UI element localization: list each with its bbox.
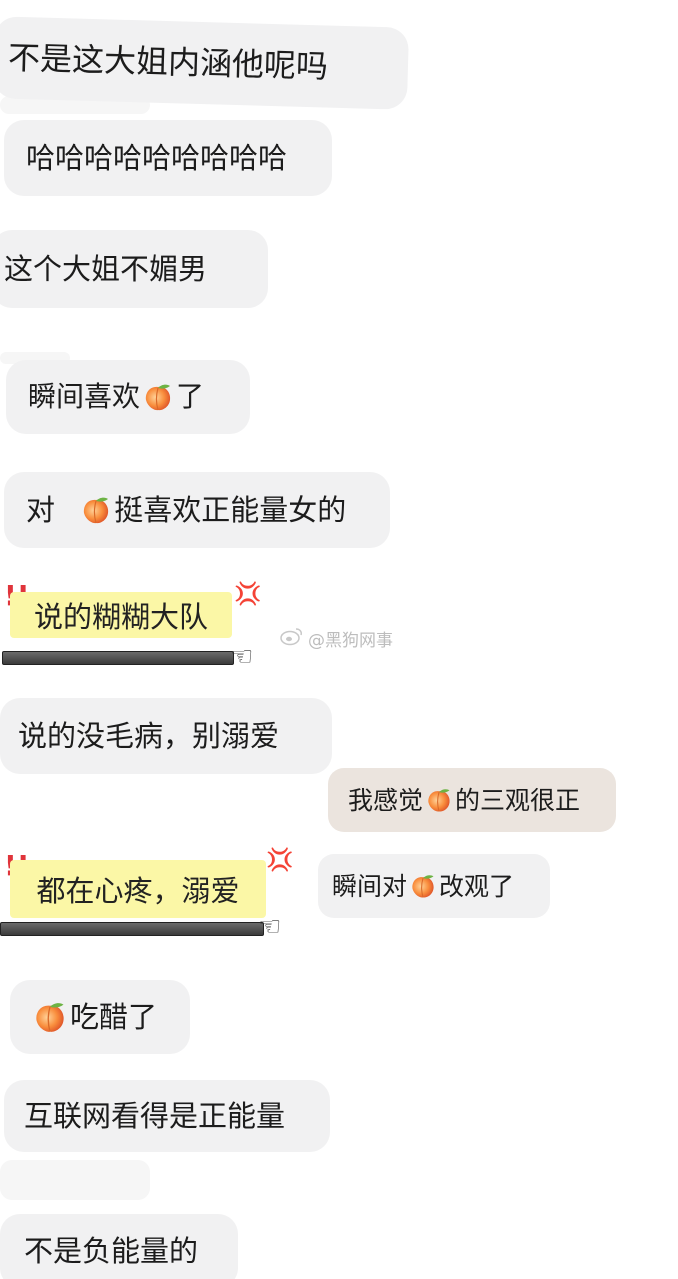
ghost-bubble-bottom [0, 1160, 150, 1200]
message-text: 互联网看得是正能量 [24, 1098, 286, 1133]
chat-bubble[interactable]: 瞬间喜欢 了 [6, 360, 250, 434]
anger-symbol-icon: 💢 [266, 848, 294, 873]
sticker-label: 说的糊糊大队 [10, 592, 232, 638]
sticker-stick [0, 922, 264, 936]
message-text: 不是这大姐内涵他呢吗 [7, 38, 329, 86]
message-text: 说的没毛病，别溺爱 [18, 718, 280, 753]
peach-emoji-icon [142, 381, 174, 413]
sticker-message[interactable]: !! 💢 说的糊糊大队 ☜ [0, 580, 270, 670]
chat-bubble[interactable]: 互联网看得是正能量 [4, 1080, 330, 1152]
chat-bubble[interactable]: 吃醋了 [10, 980, 190, 1054]
message-text: 挺喜欢正能量女的 [114, 492, 347, 527]
message-text: 这个大姐不媚男 [4, 251, 208, 286]
peach-emoji-icon [32, 999, 68, 1035]
message-text: 改观了 [439, 871, 515, 901]
message-text: 对 [26, 492, 65, 527]
chat-bubble[interactable]: 说的没毛病，别溺爱 [0, 698, 332, 774]
message-text: 瞬间喜欢 [28, 380, 141, 413]
sticker-text: 说的糊糊大队 [33, 600, 208, 634]
message-text: 不是负能量的 [24, 1233, 199, 1268]
watermark: @黑狗网事 [280, 626, 393, 651]
sticker-stick [2, 651, 234, 665]
chat-bubble[interactable]: 哈哈哈哈哈哈哈哈哈 [4, 120, 332, 196]
message-text: 我感觉 [348, 785, 424, 815]
sticker-message[interactable]: !! 💢 都在心疼，溺爱 ☜ [0, 846, 300, 942]
weibo-icon [280, 626, 304, 651]
peach-emoji-icon [409, 872, 437, 900]
peach-emoji-icon [425, 786, 453, 814]
chat-screenshot: 不是这大姐内涵他呢吗 哈哈哈哈哈哈哈哈哈 这个大姐不媚男 瞬间喜欢 了 对 挺喜… [0, 0, 678, 1279]
chat-bubble[interactable]: 不是这大姐内涵他呢吗 [0, 16, 410, 110]
message-text: 了 [176, 380, 205, 413]
peach-emoji-icon [80, 494, 112, 526]
sticker-label: 都在心疼，溺爱 [10, 860, 266, 918]
message-text: 的三观很正 [455, 785, 581, 815]
chat-bubble[interactable]: 对 挺喜欢正能量女的 [4, 472, 390, 548]
watermark-text: @黑狗网事 [308, 631, 393, 651]
chat-bubble[interactable]: 瞬间对 改观了 [318, 854, 550, 918]
message-text: 吃醋了 [70, 999, 158, 1034]
chat-bubble[interactable]: 我感觉 的三观很正 [328, 768, 616, 832]
message-text: 哈哈哈哈哈哈哈哈哈 [26, 140, 288, 175]
chat-bubble[interactable]: 这个大姐不媚男 [0, 230, 268, 308]
message-text: 瞬间对 [332, 871, 408, 901]
pointing-hand-icon: ☜ [230, 642, 254, 672]
chat-bubble[interactable]: 不是负能量的 [0, 1214, 238, 1279]
pointing-hand-icon: ☜ [258, 912, 282, 942]
sticker-text: 都在心疼，溺爱 [36, 874, 240, 908]
anger-symbol-icon: 💢 [234, 582, 262, 607]
